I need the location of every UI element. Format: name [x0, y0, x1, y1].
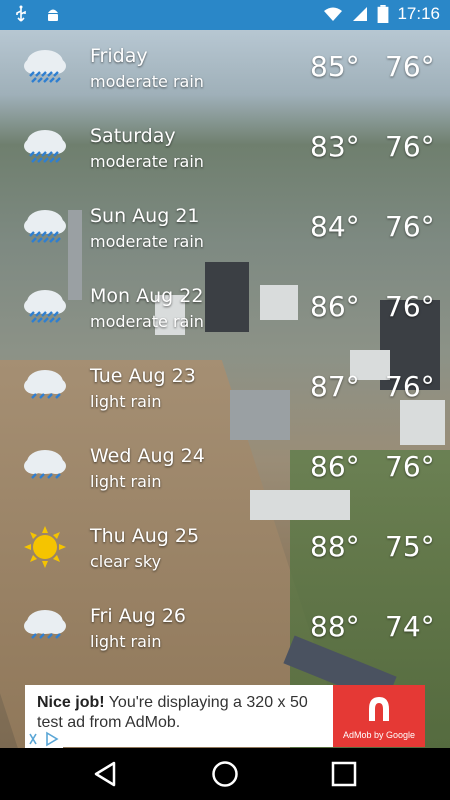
forecast-low: 76° — [385, 50, 435, 83]
forecast-day: Saturday — [90, 125, 176, 147]
forecast-day: Wed Aug 24 — [90, 445, 205, 467]
usb-icon — [16, 5, 26, 22]
forecast-description: moderate rain — [90, 232, 204, 251]
sun-icon — [24, 526, 66, 568]
forecast-high: 86° — [310, 450, 360, 483]
admob-logo[interactable]: AdMob by Google — [333, 685, 425, 747]
forecast-high: 84° — [310, 210, 360, 243]
status-bar: 17:16 — [0, 0, 450, 30]
forecast-low: 76° — [385, 210, 435, 243]
forecast-description: moderate rain — [90, 312, 204, 331]
forecast-description: light rain — [90, 472, 162, 491]
forecast-row[interactable]: Tue Aug 23 light rain 87° 76° — [0, 350, 450, 430]
ad-banner[interactable]: Nice job! You're displaying a 320 x 50 t… — [25, 685, 425, 747]
forecast-list: Friday moderate rain 85° 76° Saturday mo… — [0, 30, 450, 670]
home-icon[interactable] — [211, 760, 239, 788]
forecast-row[interactable]: Mon Aug 22 moderate rain 86° 76° — [0, 270, 450, 350]
forecast-high: 87° — [310, 370, 360, 403]
forecast-day: Thu Aug 25 — [90, 525, 200, 547]
back-icon[interactable] — [92, 760, 120, 788]
forecast-day: Tue Aug 23 — [90, 365, 196, 387]
forecast-low: 74° — [385, 610, 435, 643]
rain-cloud-icon — [24, 130, 66, 163]
forecast-row[interactable]: Saturday moderate rain 83° 76° — [0, 110, 450, 190]
nav-bar — [0, 748, 450, 800]
forecast-high: 88° — [310, 610, 360, 643]
battery-icon — [378, 5, 389, 23]
ad-headline: Nice job! — [37, 694, 105, 711]
forecast-row[interactable]: Thu Aug 25 clear sky 88° 75° — [0, 510, 450, 590]
forecast-low: 76° — [385, 130, 435, 163]
signal-icon — [353, 7, 368, 21]
forecast-low: 75° — [385, 530, 435, 563]
forecast-low: 76° — [385, 370, 435, 403]
ad-text: Nice job! You're displaying a 320 x 50 t… — [37, 693, 337, 733]
rain-cloud-icon — [24, 610, 66, 639]
forecast-row[interactable]: Fri Aug 26 light rain 88° 74° — [0, 590, 450, 670]
forecast-description: light rain — [90, 392, 162, 411]
forecast-description: light rain — [90, 632, 162, 651]
forecast-row[interactable]: Sun Aug 21 moderate rain 84° 76° — [0, 190, 450, 270]
rain-cloud-icon — [24, 50, 66, 83]
rain-cloud-icon — [24, 210, 66, 243]
admob-logo-text: AdMob by Google — [342, 730, 416, 740]
forecast-row[interactable]: Friday moderate rain 85° 76° — [0, 30, 450, 110]
ad-choices-icon — [29, 731, 59, 747]
forecast-low: 76° — [385, 450, 435, 483]
forecast-description: moderate rain — [90, 72, 204, 91]
forecast-high: 88° — [310, 530, 360, 563]
forecast-high: 83° — [310, 130, 360, 163]
recents-icon[interactable] — [330, 760, 358, 788]
ad-choices-button[interactable] — [25, 730, 63, 748]
forecast-low: 76° — [385, 290, 435, 323]
forecast-high: 86° — [310, 290, 360, 323]
admob-icon — [369, 697, 389, 721]
forecast-day: Mon Aug 22 — [90, 285, 204, 307]
forecast-day: Friday — [90, 45, 148, 67]
forecast-high: 85° — [310, 50, 360, 83]
wifi-icon — [324, 7, 343, 21]
rain-cloud-icon — [24, 370, 66, 399]
rain-cloud-icon — [24, 450, 66, 479]
forecast-day: Fri Aug 26 — [90, 605, 186, 627]
rain-cloud-icon — [24, 290, 66, 323]
forecast-description: clear sky — [90, 552, 162, 571]
clock: 17:16 — [397, 4, 440, 23]
forecast-description: moderate rain — [90, 152, 204, 171]
forecast-day: Sun Aug 21 — [90, 205, 200, 227]
forecast-row[interactable]: Wed Aug 24 light rain 86° 76° — [0, 430, 450, 510]
android-icon — [48, 9, 58, 21]
